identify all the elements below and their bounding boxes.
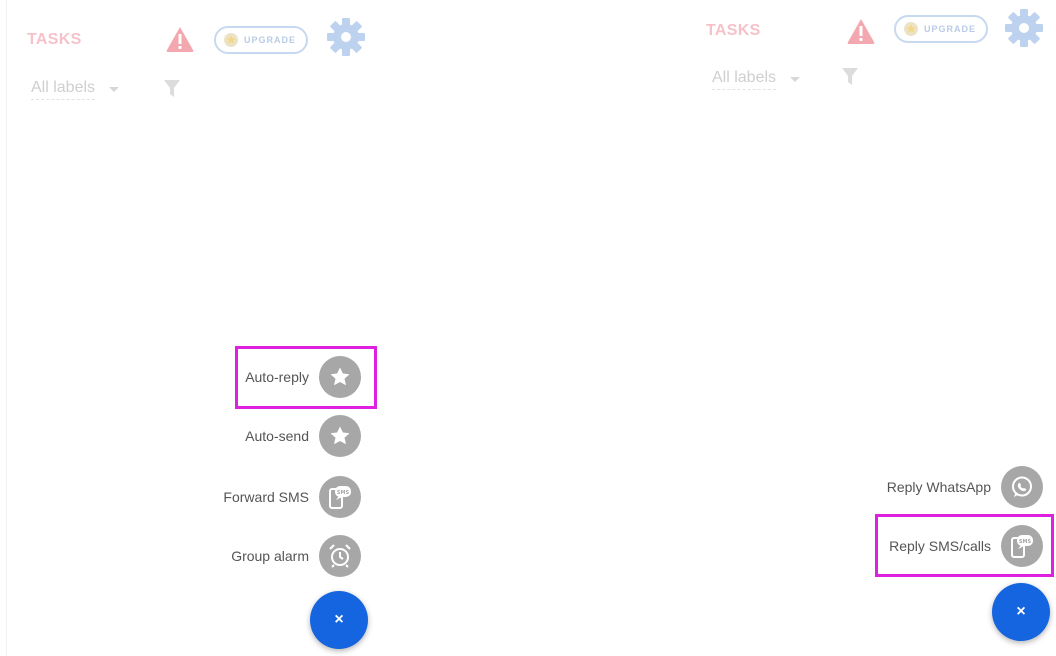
chevron-down-icon: [109, 87, 120, 92]
fab-item-auto-send[interactable]: Auto-send: [245, 415, 361, 457]
filter-icon[interactable]: [842, 68, 858, 86]
fab-item-group-alarm[interactable]: Group alarm: [231, 535, 361, 577]
fab-item-reply-whatsapp[interactable]: Reply WhatsApp: [887, 466, 1043, 508]
upgrade-button[interactable]: UPGRADE: [894, 15, 989, 43]
warning-icon[interactable]: [846, 17, 876, 45]
alarm-clock-icon[interactable]: [319, 535, 361, 577]
close-fab-button[interactable]: ×: [992, 583, 1050, 641]
gear-icon[interactable]: [1004, 8, 1044, 48]
star-icon[interactable]: [319, 415, 361, 457]
close-fab-button[interactable]: ×: [310, 591, 368, 649]
left-screen: TASKS UPGRADE All labels Auto-reply Auto…: [6, 0, 381, 656]
close-icon: ×: [334, 611, 344, 628]
warning-icon[interactable]: [165, 25, 195, 53]
highlight-box: [235, 346, 377, 409]
chevron-down-icon: [790, 77, 801, 82]
upgrade-label: UPGRADE: [244, 35, 297, 45]
upgrade-label: UPGRADE: [924, 24, 977, 34]
fab-item-label: Auto-send: [245, 428, 309, 444]
filter-icon[interactable]: [164, 80, 180, 98]
star-icon: [904, 22, 918, 36]
fab-item-label: Forward SMS: [223, 489, 309, 505]
labels-dropdown-value: All labels: [31, 79, 96, 100]
page-title: TASKS: [27, 31, 82, 48]
sms-phone-icon[interactable]: SMS: [319, 476, 361, 518]
labels-dropdown[interactable]: All labels: [31, 79, 120, 100]
gear-icon[interactable]: [326, 17, 366, 57]
fab-item-forward-sms[interactable]: Forward SMS SMS: [223, 476, 361, 518]
close-icon: ×: [1016, 603, 1026, 620]
upgrade-button[interactable]: UPGRADE: [214, 26, 309, 54]
whatsapp-icon[interactable]: [1001, 466, 1043, 508]
fab-item-label: Group alarm: [231, 548, 309, 564]
labels-dropdown[interactable]: All labels: [712, 69, 801, 90]
fab-item-label: Reply WhatsApp: [886, 479, 991, 495]
labels-dropdown-value: All labels: [712, 69, 777, 90]
highlight-box: [875, 514, 1054, 577]
star-icon: [224, 33, 238, 47]
right-screen: TASKS UPGRADE All labels Reply WhatsApp …: [688, 0, 1056, 656]
page-title: TASKS: [706, 22, 761, 39]
svg-text:SMS: SMS: [337, 490, 350, 496]
